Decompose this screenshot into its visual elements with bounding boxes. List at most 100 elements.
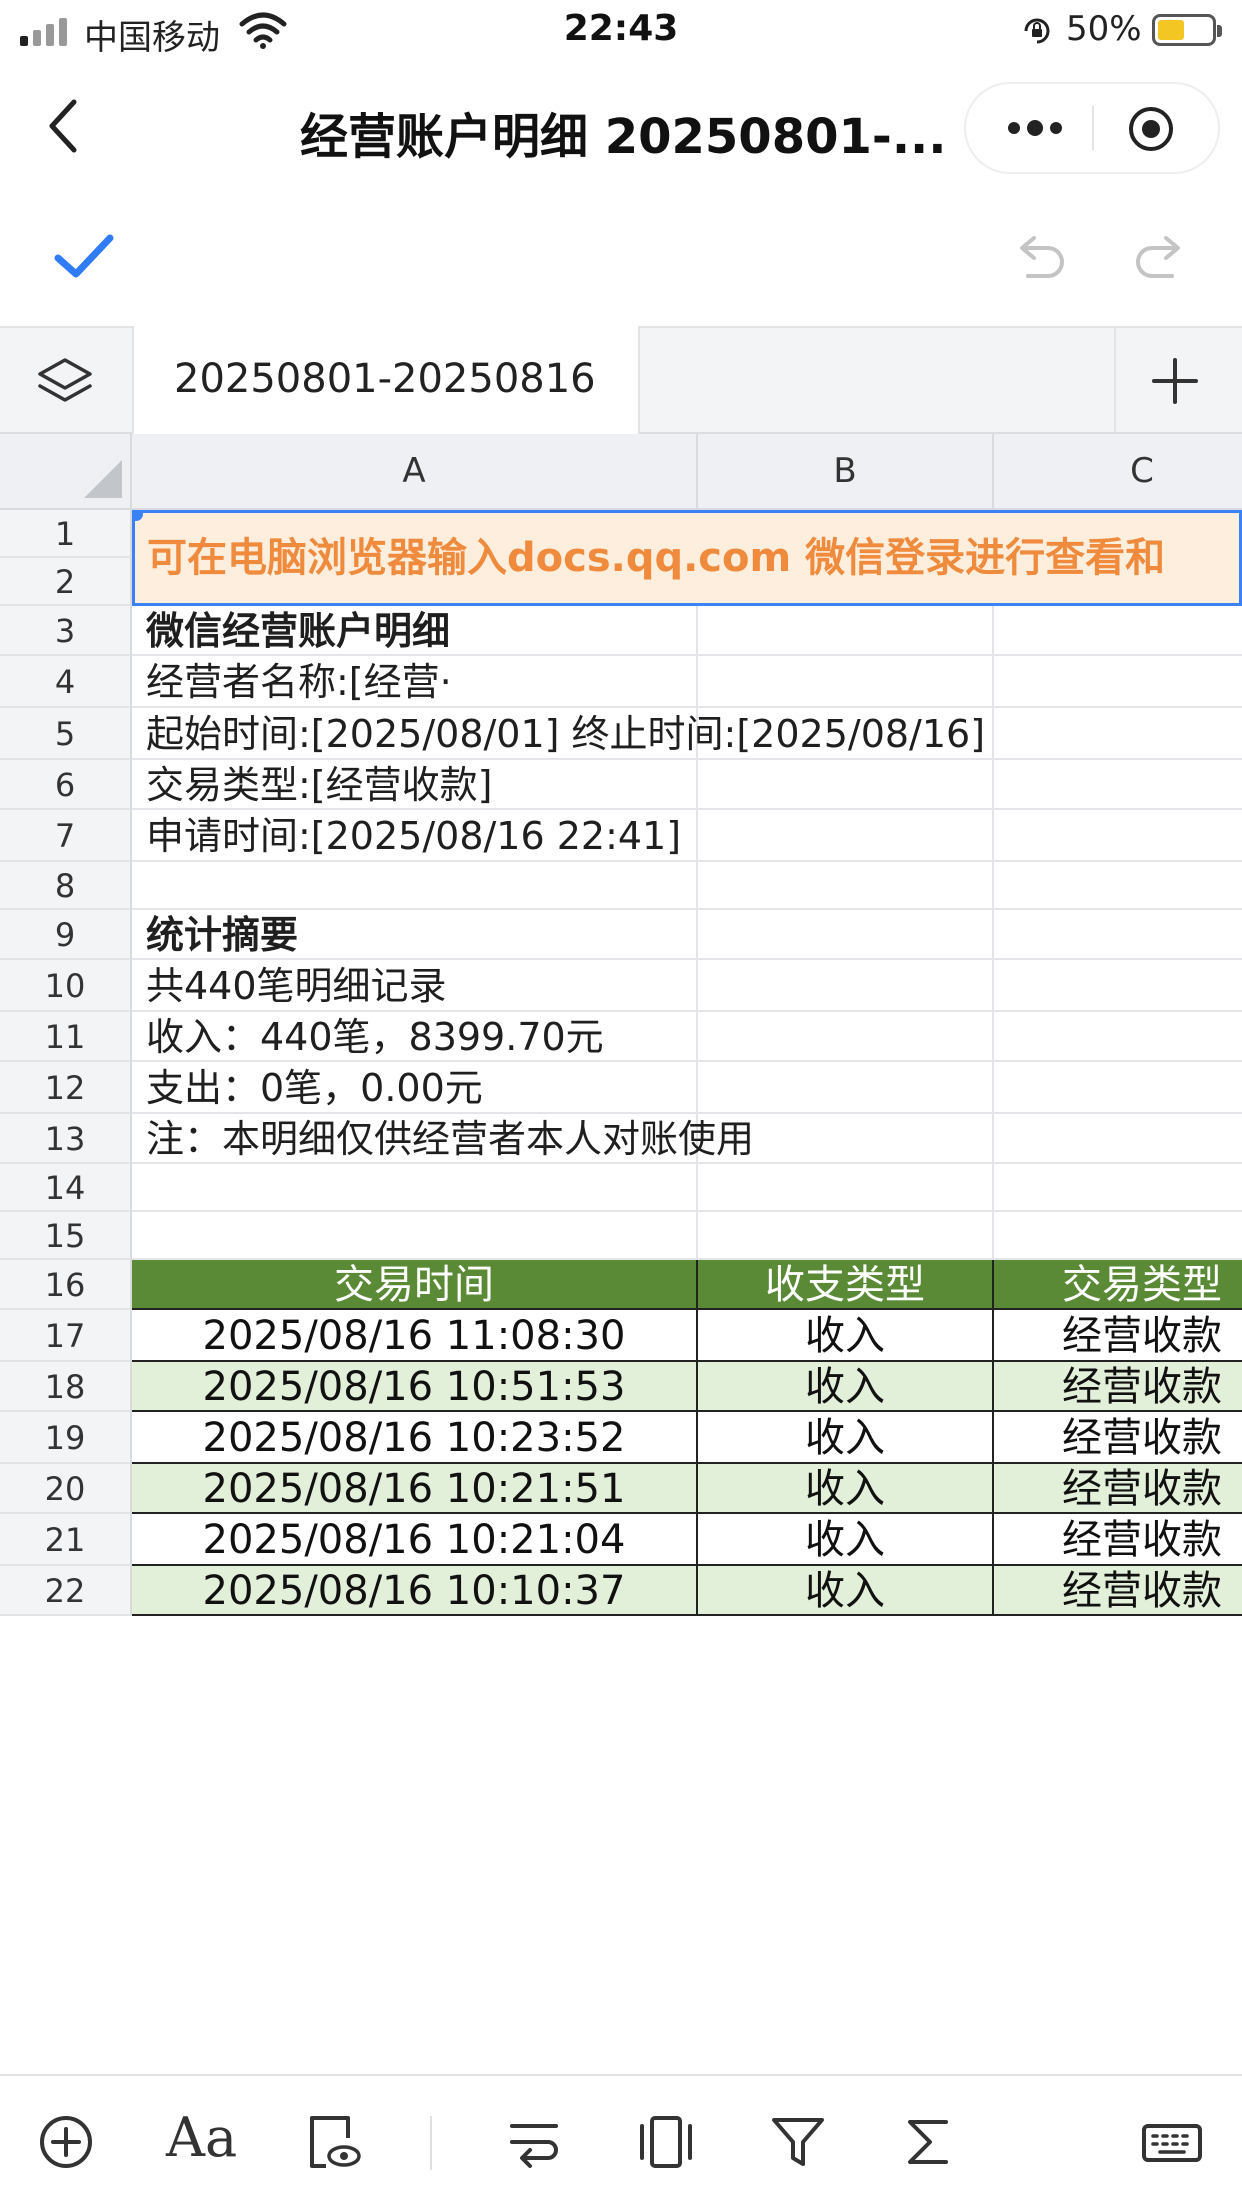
table-cell-21-time[interactable]: 2025/08/16 10:21:04 [132,1514,698,1566]
table-header-direction[interactable]: 收支类型 [698,1260,994,1310]
row-header-4[interactable]: 4 [0,656,132,708]
cell-c6[interactable] [994,760,1242,810]
table-cell-22-time[interactable]: 2025/08/16 10:10:37 [132,1566,698,1616]
keyboard-icon[interactable] [1140,2112,1204,2172]
cell-a14[interactable] [132,1164,698,1212]
row-header-10[interactable]: 10 [0,960,132,1012]
cell-b11[interactable] [698,1012,994,1062]
row-header-15[interactable]: 15 [0,1212,132,1260]
table-cell-17-direction[interactable]: 收入 [698,1310,994,1362]
banner-cell[interactable]: 可在电脑浏览器输入docs.qq.com 微信登录进行查看和 [132,510,1242,606]
table-cell-22-type[interactable]: 经营收款 [994,1566,1242,1616]
table-cell-20-direction[interactable]: 收入 [698,1464,994,1514]
cell-c4[interactable] [994,656,1242,708]
selection-handle[interactable] [135,513,143,521]
cell-b3[interactable] [698,606,994,656]
cell-c11[interactable] [994,1012,1242,1062]
row-header-18[interactable]: 18 [0,1362,132,1412]
row-header-13[interactable]: 13 [0,1114,132,1164]
view-icon[interactable] [302,2112,362,2172]
redo-icon[interactable] [1132,234,1188,280]
table-cell-19-time[interactable]: 2025/08/16 10:23:52 [132,1412,698,1464]
cell-a10[interactable]: 共440笔明细记录 [132,960,698,1012]
wrap-text-icon[interactable] [504,2112,564,2172]
cell-a11[interactable]: 收入：440笔，8399.70元 [132,1012,698,1062]
cell-c12[interactable] [994,1062,1242,1114]
layers-icon[interactable] [36,354,94,408]
plus-icon[interactable] [1150,356,1200,406]
cell-a7[interactable]: 申请时间:[2025/08/16 22:41] [132,810,698,862]
column-header-c[interactable]: C [994,434,1242,508]
cell-a4[interactable]: 经营者名称:[经营· [132,656,698,708]
cell-a15[interactable] [132,1212,698,1260]
cell-c15[interactable] [994,1212,1242,1260]
font-icon[interactable]: Aa [166,2106,237,2169]
row-header-21[interactable]: 21 [0,1514,132,1566]
cell-c10[interactable] [994,960,1242,1012]
cell-b8[interactable] [698,862,994,910]
cell-b14[interactable] [698,1164,994,1212]
column-header-a[interactable]: A [132,434,698,508]
cell-b12[interactable] [698,1062,994,1114]
cell-c13[interactable] [994,1114,1242,1164]
row-header-16[interactable]: 16 [0,1260,132,1310]
cell-a5[interactable]: 起始时间:[2025/08/01] 终止时间:[2025/08/16] [132,708,985,760]
table-cell-21-direction[interactable]: 收入 [698,1514,994,1566]
table-cell-18-direction[interactable]: 收入 [698,1362,994,1412]
cell-c3[interactable] [994,606,1242,656]
cell-a8[interactable] [132,862,698,910]
row-header-12[interactable]: 12 [0,1062,132,1114]
table-cell-19-type[interactable]: 经营收款 [994,1412,1242,1464]
cell-a9[interactable]: 统计摘要 [132,910,698,960]
row-header-22[interactable]: 22 [0,1566,132,1616]
cell-b9[interactable] [698,910,994,960]
table-header-type[interactable]: 交易类型 [994,1260,1242,1310]
cell-c14[interactable] [994,1164,1242,1212]
row-header-2[interactable]: 2 [0,558,132,606]
check-icon[interactable] [54,232,114,282]
row-header-3[interactable]: 3 [0,606,132,656]
sheet-tab-active[interactable]: 20250801-20250816 [132,326,640,436]
cell-b10[interactable] [698,960,994,1012]
row-header-11[interactable]: 11 [0,1012,132,1062]
undo-icon[interactable] [1012,234,1068,280]
cell-a3[interactable]: 微信经营账户明细 [132,606,698,656]
row-header-14[interactable]: 14 [0,1164,132,1212]
cell-b15[interactable] [698,1212,994,1260]
row-header-17[interactable]: 17 [0,1310,132,1362]
select-all-corner[interactable] [0,434,132,510]
table-cell-22-direction[interactable]: 收入 [698,1566,994,1616]
row-header-7[interactable]: 7 [0,810,132,862]
row-header-5[interactable]: 5 [0,708,132,760]
cell-b4[interactable] [698,656,994,708]
sum-icon[interactable] [898,2112,958,2172]
cell-c7[interactable] [994,810,1242,862]
cell-a6[interactable]: 交易类型:[经营收款] [132,760,698,810]
table-header-time[interactable]: 交易时间 [132,1260,698,1310]
table-cell-19-direction[interactable]: 收入 [698,1412,994,1464]
cell-b6[interactable] [698,760,994,810]
table-cell-17-time[interactable]: 2025/08/16 11:08:30 [132,1310,698,1362]
cell-c5[interactable] [994,708,1242,760]
table-cell-18-time[interactable]: 2025/08/16 10:51:53 [132,1362,698,1412]
cell-a13[interactable]: 注：本明细仅供经营者本人对账使用 [132,1114,754,1164]
target-circle-icon[interactable] [1126,104,1176,154]
table-cell-20-type[interactable]: 经营收款 [994,1464,1242,1514]
cell-b7[interactable] [698,810,994,862]
column-header-b[interactable]: B [698,434,994,508]
table-cell-18-type[interactable]: 经营收款 [994,1362,1242,1412]
freeze-icon[interactable] [636,2112,696,2172]
row-header-1[interactable]: 1 [0,510,132,558]
cell-c9[interactable] [994,910,1242,960]
chevron-left-icon[interactable] [40,96,90,156]
plus-circle-icon[interactable] [36,2112,96,2172]
table-cell-20-time[interactable]: 2025/08/16 10:21:51 [132,1464,698,1514]
table-cell-21-type[interactable]: 经营收款 [994,1514,1242,1566]
row-header-8[interactable]: 8 [0,862,132,910]
cell-a12[interactable]: 支出：0笔，0.00元 [132,1062,698,1114]
filter-icon[interactable] [768,2112,828,2172]
row-header-9[interactable]: 9 [0,910,132,960]
table-cell-17-type[interactable]: 经营收款 [994,1310,1242,1362]
cell-c8[interactable] [994,862,1242,910]
row-header-20[interactable]: 20 [0,1464,132,1514]
